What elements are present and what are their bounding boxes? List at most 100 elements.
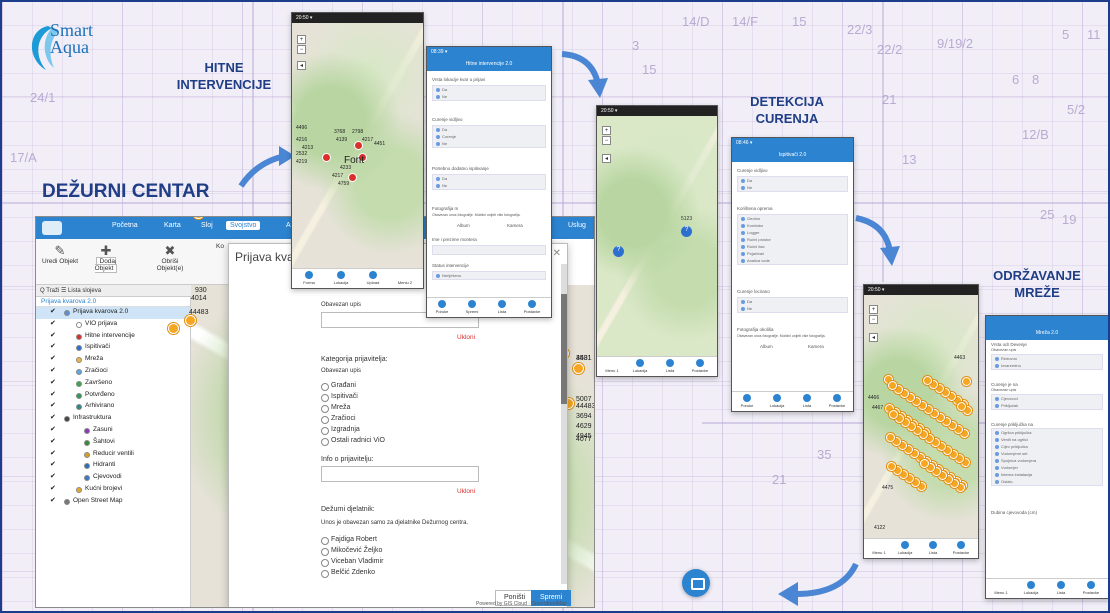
radio-option[interactable]: Vodomjer bbox=[992, 464, 1102, 471]
bottom-lista[interactable]: Lista bbox=[1050, 581, 1072, 595]
camera-button[interactable]: Kamera bbox=[808, 344, 824, 349]
kategorija-option[interactable]: Mreža bbox=[321, 404, 350, 413]
map-pin-icon[interactable] bbox=[962, 377, 971, 386]
djelatnik-option[interactable]: Belčić Zdenko bbox=[321, 569, 375, 578]
map-pin-icon[interactable] bbox=[920, 459, 929, 468]
camera-button[interactable]: Kamera bbox=[507, 223, 523, 228]
radio-option[interactable]: Ne bbox=[433, 140, 545, 147]
info-input[interactable] bbox=[321, 466, 479, 482]
map-pin-icon[interactable] bbox=[886, 433, 895, 442]
nav-karta[interactable]: Karta bbox=[164, 222, 181, 229]
map-pin-icon[interactable] bbox=[887, 462, 896, 471]
check-icon[interactable]: ✔ bbox=[50, 484, 56, 492]
radio-option[interactable]: Ogrlica priključka bbox=[992, 429, 1102, 436]
kategorija-option[interactable]: Ispitivači bbox=[321, 393, 358, 402]
layer-tree-row[interactable]: ✔ Šahtovi bbox=[36, 437, 190, 449]
phone5-map[interactable] bbox=[864, 295, 978, 540]
alert-marker-icon[interactable] bbox=[348, 173, 357, 182]
check-icon[interactable]: ✔ bbox=[50, 413, 56, 421]
bottom-lokacija[interactable]: Lokacija bbox=[766, 394, 788, 408]
edit-object-button[interactable]: ✎ Uredi Objekt bbox=[40, 243, 80, 265]
remove-link-2[interactable]: Ukloni bbox=[457, 488, 475, 495]
dialog-scrollbar[interactable] bbox=[561, 264, 567, 584]
check-icon[interactable]: ✔ bbox=[50, 460, 56, 468]
bottom-postavke[interactable]: Postavke bbox=[689, 359, 711, 373]
map-pin-icon[interactable] bbox=[889, 410, 898, 419]
layer-tree-row[interactable]: ✔ Ispitivači bbox=[36, 342, 190, 354]
check-icon[interactable]: ✔ bbox=[50, 401, 56, 409]
check-icon[interactable]: ✔ bbox=[50, 342, 56, 350]
radio-option[interactable]: Vodomjerni set bbox=[992, 450, 1102, 457]
map-pin-icon[interactable] bbox=[888, 381, 897, 390]
phone3-map[interactable] bbox=[597, 116, 717, 358]
bottom-lokacija[interactable]: Lokacija bbox=[894, 541, 916, 555]
status-select[interactable]: Neriješeno bbox=[432, 271, 546, 280]
radio-option[interactable]: Interna instalacija bbox=[992, 471, 1102, 478]
checkbox-option[interactable]: Ručni prostor bbox=[738, 236, 847, 243]
radio-option[interactable]: Cijev priključka bbox=[992, 443, 1102, 450]
check-icon[interactable]: ✔ bbox=[50, 472, 56, 480]
nav-sloj[interactable]: Sloj bbox=[201, 222, 213, 229]
zoom-out-button[interactable]: − bbox=[602, 136, 611, 145]
bottom-menu[interactable]: Menu 1 bbox=[601, 359, 623, 373]
layer-tree-row[interactable]: ✔ Reducir ventili bbox=[36, 449, 190, 461]
map-pin-icon[interactable] bbox=[185, 315, 196, 326]
layer-tree-row[interactable]: ✔ Open Street Map bbox=[36, 496, 190, 508]
bottom-menu[interactable]: Menu 1 bbox=[868, 541, 890, 555]
bottom-poruke[interactable]: Poruke bbox=[736, 394, 758, 408]
close-icon[interactable]: ✕ bbox=[553, 248, 561, 259]
bottom-postavke[interactable]: Postavke bbox=[950, 541, 972, 555]
check-icon[interactable]: ✔ bbox=[50, 437, 56, 445]
nav-svojstvo[interactable]: Svojstvo bbox=[226, 221, 261, 230]
checkbox-option[interactable]: Da bbox=[738, 298, 847, 305]
map-pin-icon[interactable] bbox=[168, 323, 179, 334]
marker-icon[interactable]: ? bbox=[681, 226, 692, 237]
radio-option[interactable]: Da bbox=[433, 86, 545, 93]
radio-option[interactable]: Da bbox=[433, 126, 545, 133]
alert-marker-icon[interactable] bbox=[354, 141, 363, 150]
checkbox-option[interactable]: Geofon bbox=[738, 215, 847, 222]
bottom-lista[interactable]: Lista bbox=[659, 359, 681, 373]
check-icon[interactable]: ✔ bbox=[50, 425, 56, 433]
bottom-lokacija[interactable]: Lokacija bbox=[330, 271, 352, 285]
radio-option[interactable]: Priključak bbox=[992, 402, 1102, 409]
layer-tree-row[interactable]: ✔ Kućni brojevi bbox=[36, 484, 190, 496]
checkbox-option[interactable]: Ne bbox=[738, 184, 847, 191]
radio-option[interactable]: Redovno bbox=[992, 355, 1102, 362]
bottom-menu[interactable]: Menu 1 bbox=[990, 581, 1012, 595]
layer-tree-row[interactable]: ✔ Hidranti bbox=[36, 460, 190, 472]
djelatnik-option[interactable]: Mikočević Željko bbox=[321, 547, 382, 556]
check-icon[interactable]: ✔ bbox=[50, 354, 56, 362]
locate-button[interactable]: ◂ bbox=[869, 333, 878, 342]
radio-option[interactable]: Spojnica vodomjera bbox=[992, 457, 1102, 464]
checkbox-option[interactable]: Logger bbox=[738, 229, 847, 236]
bottom-menu[interactable]: Meniu 2 bbox=[394, 271, 416, 285]
layer-tree-row[interactable]: ✔ Arhivirano bbox=[36, 401, 190, 413]
album-button[interactable]: Album bbox=[457, 223, 470, 228]
bottom-lista[interactable]: Lista bbox=[491, 300, 513, 314]
checkbox-option[interactable]: Da bbox=[738, 177, 847, 184]
djelatnik-option[interactable]: Viceban Vladimir bbox=[321, 558, 383, 567]
check-icon[interactable]: ✔ bbox=[50, 307, 56, 315]
delete-object-button[interactable]: ✖ Obriši Objekt(e) bbox=[150, 243, 190, 272]
bottom-upload[interactable]: Upload bbox=[362, 271, 384, 285]
map-pin-icon[interactable] bbox=[573, 363, 584, 374]
checkbox-option[interactable]: Ručni tlac bbox=[738, 243, 847, 250]
nav-pocetna[interactable]: Početna bbox=[112, 222, 138, 229]
zoom-in-button[interactable]: + bbox=[297, 35, 306, 44]
kategorija-option[interactable]: Građani bbox=[321, 382, 356, 391]
layer-tree-row[interactable]: ✔ Zasuni bbox=[36, 425, 190, 437]
kategorija-option[interactable]: Zračioci bbox=[321, 415, 356, 424]
layer-tree-row[interactable]: ✔ Infrastruktura bbox=[36, 413, 190, 425]
radio-option[interactable]: Cjevovod bbox=[992, 395, 1102, 402]
alert-marker-icon[interactable] bbox=[322, 153, 331, 162]
check-icon[interactable]: ✔ bbox=[50, 390, 56, 398]
kategorija-option[interactable]: Ostali radnici ViO bbox=[321, 437, 385, 446]
bottom-postavke[interactable]: Postavke bbox=[1080, 581, 1102, 595]
marker-icon[interactable]: ? bbox=[613, 246, 624, 257]
map-pin-icon[interactable] bbox=[923, 376, 932, 385]
locate-button[interactable]: ◂ bbox=[602, 154, 611, 163]
layer-tree-row[interactable]: ✔ Mreža bbox=[36, 354, 190, 366]
check-icon[interactable]: ✔ bbox=[50, 331, 56, 339]
remove-link-1[interactable]: Ukloni bbox=[457, 334, 475, 341]
